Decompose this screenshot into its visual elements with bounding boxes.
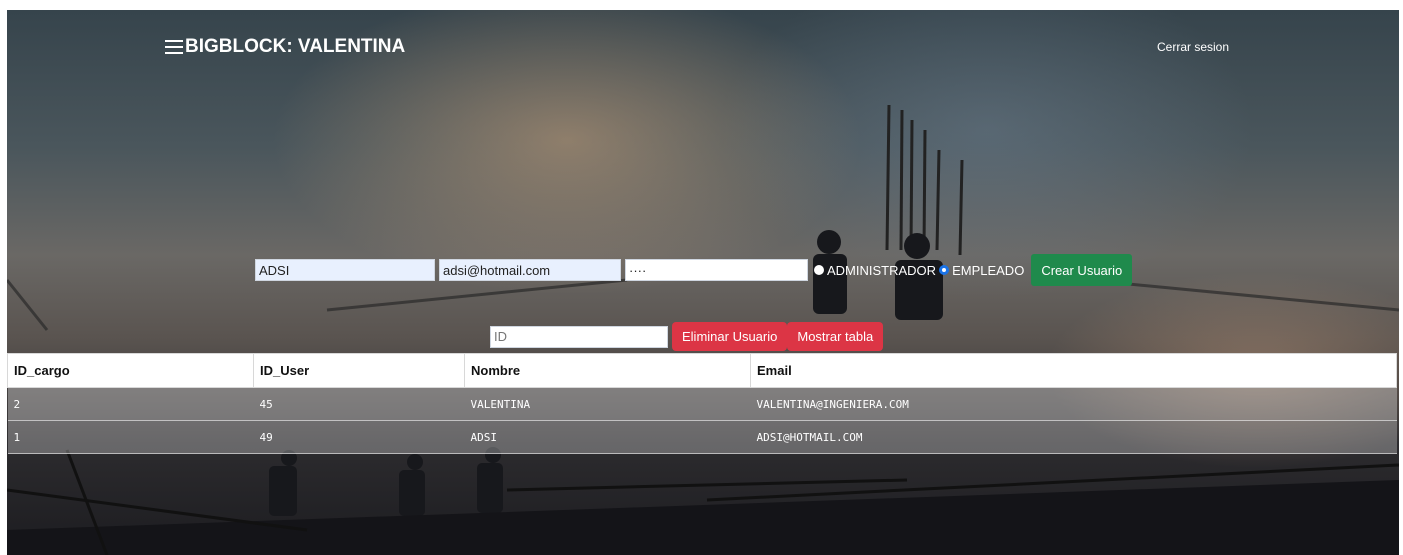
role-radio-administrador[interactable] <box>814 265 824 275</box>
password-input[interactable] <box>625 259 808 281</box>
cell-email: VALENTINA@INGENIERA.COM <box>750 387 1397 421</box>
role-label-empleado: EMPLEADO <box>952 262 1025 278</box>
cell-id-cargo: 2 <box>7 387 254 421</box>
create-user-button[interactable]: Crear Usuario <box>1031 254 1133 286</box>
id-input[interactable] <box>490 325 668 348</box>
table-row: 2 45 VALENTINA VALENTINA@INGENIERA.COM <box>7 387 1397 421</box>
create-user-form: ADMINISTRADOR EMPLEADO Crear Usuario <box>255 254 1133 286</box>
role-radio-group: ADMINISTRADOR EMPLEADO <box>814 263 1027 278</box>
cell-id-user: 45 <box>253 387 465 421</box>
name-input[interactable] <box>255 259 435 281</box>
role-label-administrador: ADMINISTRADOR <box>827 262 937 278</box>
app-title-text: BIGBLOCK: VALENTINA <box>185 36 406 57</box>
email-input[interactable] <box>439 259 621 281</box>
delete-user-button[interactable]: Eliminar Usuario <box>672 322 788 351</box>
table-row: 1 49 ADSI ADSI@HOTMAIL.COM <box>7 420 1397 454</box>
cell-email: ADSI@HOTMAIL.COM <box>750 420 1397 454</box>
table-header-row: ID_cargo ID_User Nombre Email <box>7 353 1397 388</box>
cell-nombre: VALENTINA <box>464 387 751 421</box>
app-frame: BIGBLOCK: VALENTINA Cerrar sesion ADMINI… <box>7 10 1399 555</box>
app-title: BIGBLOCK: VALENTINA <box>165 36 405 58</box>
hamburger-menu-icon[interactable] <box>165 39 183 55</box>
column-header-id-cargo: ID_cargo <box>7 353 254 388</box>
cell-id-cargo: 1 <box>7 420 254 454</box>
column-header-id-user: ID_User <box>253 353 465 388</box>
column-header-email: Email <box>750 353 1397 388</box>
logout-link[interactable]: Cerrar sesion <box>1157 40 1229 54</box>
show-table-button[interactable]: Mostrar tabla <box>787 322 884 351</box>
cell-id-user: 49 <box>253 420 465 454</box>
role-radio-empleado[interactable] <box>939 265 950 275</box>
column-header-nombre: Nombre <box>464 353 751 388</box>
users-table: ID_cargo ID_User Nombre Email 2 45 VALEN… <box>7 353 1397 454</box>
delete-user-form: Eliminar Usuario Mostrar tabla <box>490 322 884 351</box>
cell-nombre: ADSI <box>464 420 751 454</box>
